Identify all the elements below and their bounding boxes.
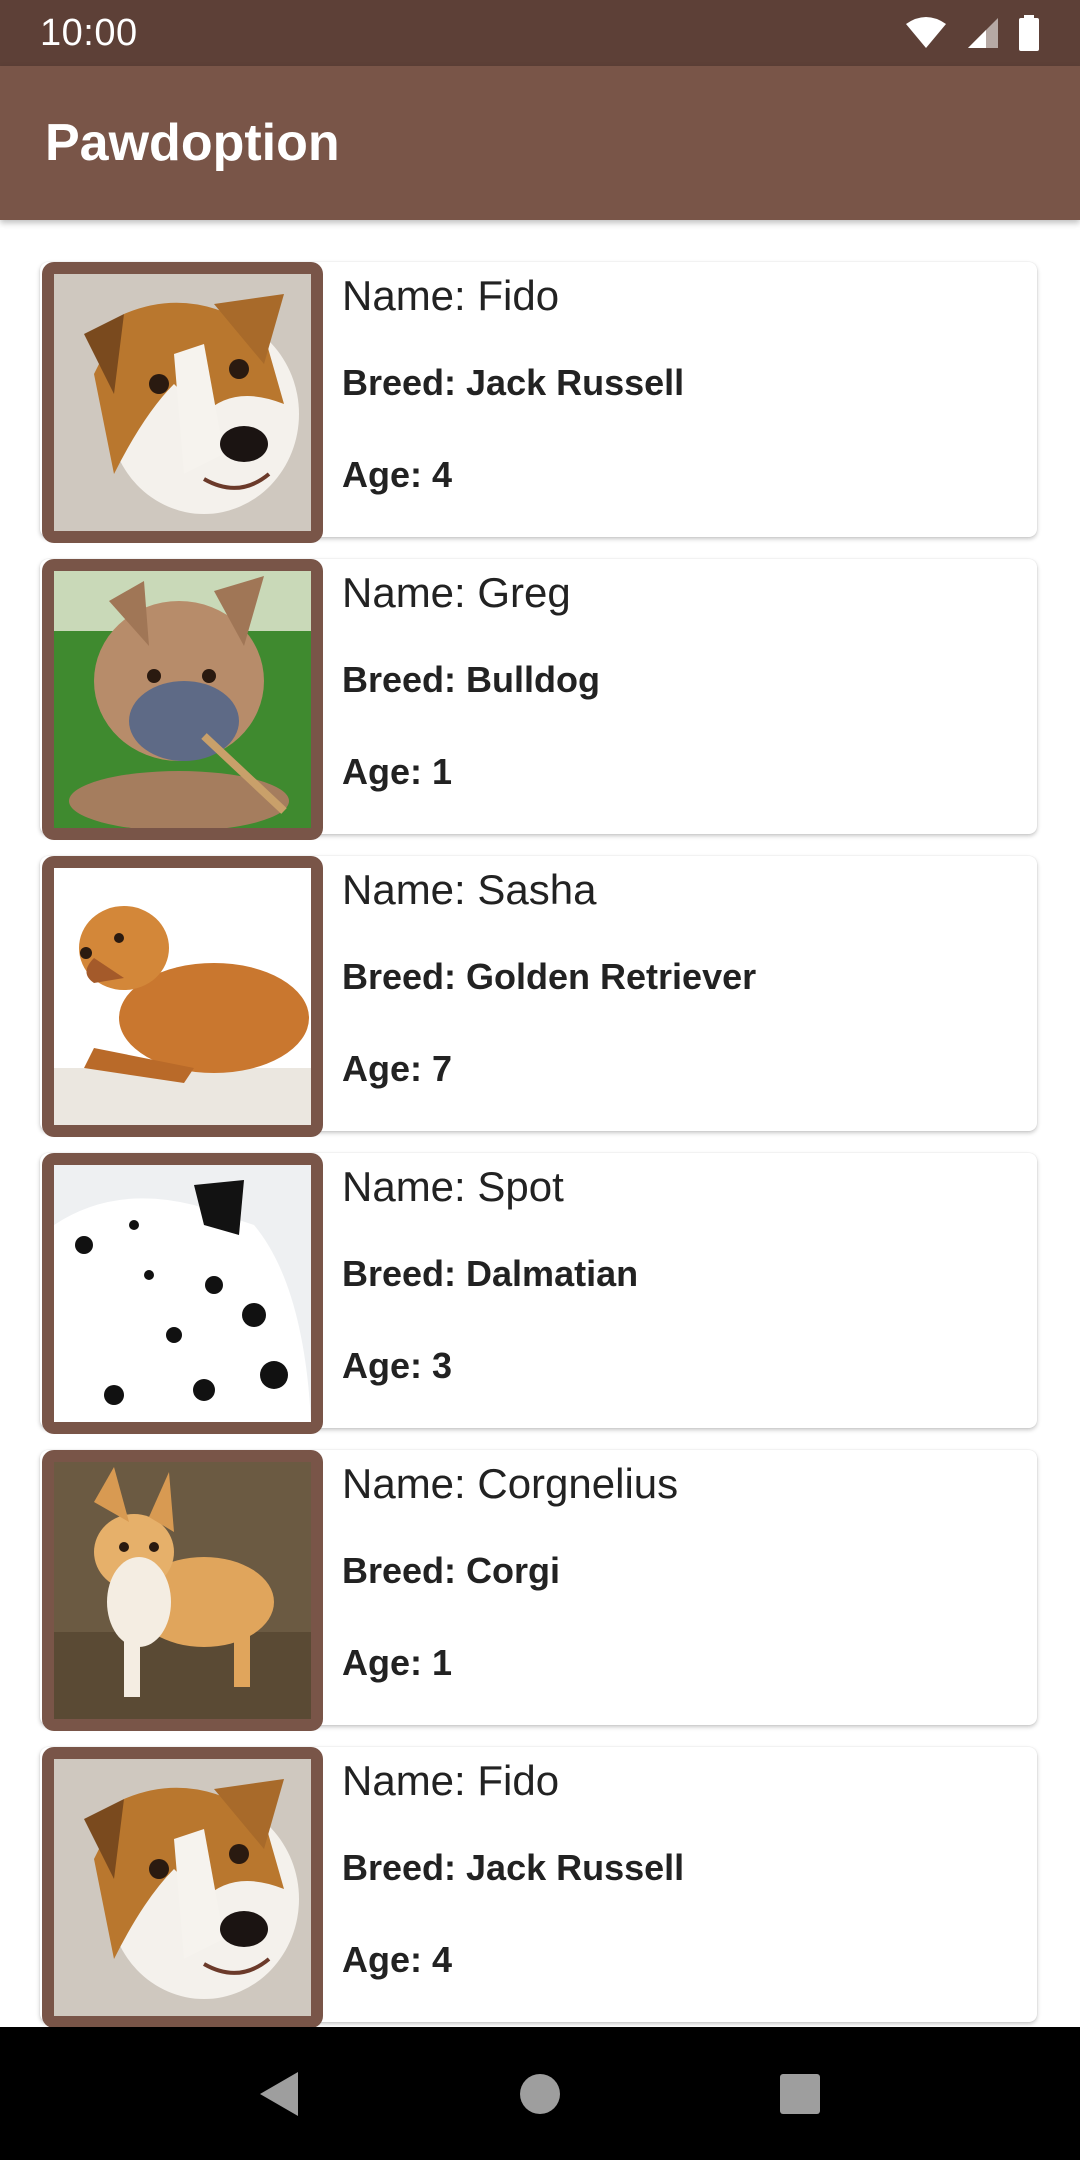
dog-name: Name: Fido: [342, 1757, 560, 1804]
dalmatian-photo: [54, 1165, 311, 1422]
dog-card[interactable]: Name: Greg Breed: Bulldog Age: 1: [40, 559, 1037, 840]
dog-card[interactable]: Name: Spot Breed: Dalmatian Age: 3: [40, 1153, 1037, 1434]
dog-name: Name: Corgnelius: [342, 1460, 679, 1507]
jack-russell-photo: [54, 1759, 311, 2016]
dog-card[interactable]: Name: Fido Breed: Jack Russell Age: 4: [40, 262, 1037, 543]
dog-age: Age: 3: [342, 1345, 453, 1386]
dog-name: Name: Spot: [342, 1163, 564, 1210]
dog-age: Age: 1: [342, 751, 453, 792]
corgi-photo: [54, 1462, 311, 1719]
dog-name: Name: Greg: [342, 569, 571, 616]
dog-age: Age: 4: [342, 454, 453, 495]
photo-frame: [42, 1450, 323, 1731]
app-title: Pawdoption: [45, 114, 340, 172]
dog-age: Age: 7: [342, 1048, 453, 1089]
dog-card[interactable]: Name: Sasha Breed: Golden Retriever Age:…: [40, 856, 1037, 1137]
dog-card[interactable]: Name: Fido Breed: Jack Russell Age: 4: [40, 1747, 1037, 2027]
signal-icon: [968, 18, 998, 48]
photo-frame: [42, 262, 323, 543]
status-bar: 10:00: [0, 0, 1080, 66]
dog-list[interactable]: Name: Fido Breed: Jack Russell Age: 4 Na…: [0, 220, 1080, 2027]
photo-frame: [42, 559, 323, 840]
photo-frame: [42, 1747, 323, 2027]
jack-russell-photo: [54, 274, 311, 531]
dog-breed: Breed: Bulldog: [342, 659, 600, 700]
bulldog-photo: [54, 571, 311, 828]
dog-breed: Breed: Jack Russell: [342, 1847, 685, 1888]
dog-age: Age: 1: [342, 1642, 453, 1683]
app-bar: Pawdoption: [0, 66, 1080, 220]
battery-icon: [1019, 15, 1039, 51]
recents-button[interactable]: [750, 2044, 850, 2144]
back-button[interactable]: [230, 2044, 330, 2144]
back-icon: [260, 2071, 298, 2116]
photo-frame: [42, 1153, 323, 1434]
recents-icon: [780, 2073, 820, 2114]
wifi-icon: [906, 17, 946, 48]
navigation-bar: [0, 2027, 1080, 2160]
golden-retriever-photo: [54, 868, 311, 1125]
dog-breed: Breed: Dalmatian: [342, 1253, 639, 1294]
home-button[interactable]: [490, 2044, 590, 2144]
dog-age: Age: 4: [342, 1939, 453, 1980]
status-time: 10:00: [40, 11, 138, 54]
photo-frame: [42, 856, 323, 1137]
dog-card[interactable]: Name: Corgnelius Breed: Corgi Age: 1: [40, 1450, 1037, 1731]
status-icons: [904, 15, 1040, 51]
dog-name: Name: Sasha: [342, 866, 597, 913]
dog-breed: Breed: Jack Russell: [342, 362, 685, 403]
dog-name: Name: Fido: [342, 272, 560, 319]
home-icon: [520, 2073, 560, 2114]
dog-breed: Breed: Golden Retriever: [342, 956, 757, 997]
dog-breed: Breed: Corgi: [342, 1550, 561, 1591]
